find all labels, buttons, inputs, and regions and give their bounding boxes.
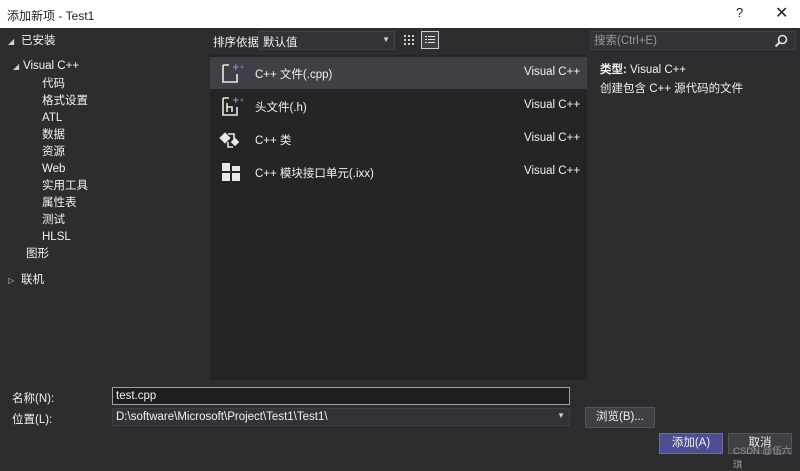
tree-item-child[interactable]: ATL xyxy=(42,110,62,127)
tree-item-label: 联机 xyxy=(21,274,44,286)
svg-text:++: ++ xyxy=(232,96,243,106)
template-list: ++ C++ 文件(.cpp) Visual C++ ++ 头文件(.h) Vi… xyxy=(210,55,587,380)
tree-item-graphics[interactable]: 图形 xyxy=(26,246,49,263)
module-icon xyxy=(222,163,240,181)
close-button[interactable]: ✕ xyxy=(775,3,788,23)
watermark: CSDN @伍六琪 xyxy=(733,446,792,471)
tree-item-label: Visual C++ xyxy=(23,60,80,72)
location-label: 位置(L): xyxy=(12,414,53,426)
template-item[interactable]: ++ C++ 文件(.cpp) Visual C++ xyxy=(210,57,587,89)
expanded-arrow-icon: ◢ xyxy=(8,37,15,46)
list-view-icon xyxy=(425,36,435,43)
description-panel: 类型: Visual C++ 创建包含 C++ 源代码的文件 xyxy=(590,55,796,380)
add-button[interactable]: 添加(A) xyxy=(659,433,723,454)
tree-item-child[interactable]: 代码 xyxy=(42,76,65,93)
location-select[interactable]: D:\software\Microsoft\Project\Test1\Test… xyxy=(112,408,570,426)
tree-item-installed[interactable]: ◢ 已安装 xyxy=(8,33,56,50)
template-name: 头文件(.h) xyxy=(255,102,307,114)
tree-item-online[interactable]: ▷ 联机 xyxy=(8,272,44,289)
tree-item-child[interactable]: 资源 xyxy=(42,144,65,161)
expanded-arrow-icon: ◢ xyxy=(13,62,20,71)
header-file-icon: ++ xyxy=(222,96,243,116)
collapsed-arrow-icon: ▷ xyxy=(8,276,15,285)
template-name: C++ 模块接口单元(.ixx) xyxy=(255,168,374,180)
sort-select-value: 默认值 xyxy=(263,37,298,49)
template-language: Visual C++ xyxy=(524,99,581,111)
cpp-file-icon: ++ xyxy=(222,63,243,83)
description-type: 类型: Visual C++ xyxy=(600,61,686,77)
tree-item-child[interactable]: 属性表 xyxy=(42,195,77,212)
svg-text:++: ++ xyxy=(232,63,243,73)
description-type-value: Visual C++ xyxy=(630,64,687,76)
tree-item-label: 图形 xyxy=(26,248,49,260)
template-language: Visual C++ xyxy=(524,66,581,78)
tree-item-child[interactable]: 数据 xyxy=(42,127,65,144)
list-view-button[interactable] xyxy=(421,31,439,49)
template-item[interactable]: C++ 类 Visual C++ xyxy=(210,123,587,155)
tree-item-visual-cpp[interactable]: ◢ Visual C++ xyxy=(13,58,79,75)
tree-item-child[interactable]: 实用工具 xyxy=(42,178,88,195)
help-button[interactable]: ? xyxy=(736,5,743,20)
description-type-label: 类型: xyxy=(600,64,627,76)
template-name: C++ 类 xyxy=(255,135,292,147)
grid-view-icon xyxy=(404,35,414,45)
grid-view-button[interactable] xyxy=(400,31,418,49)
template-language: Visual C++ xyxy=(524,132,581,144)
template-language: Visual C++ xyxy=(524,165,581,177)
tree-item-label: 已安装 xyxy=(21,35,56,47)
template-item[interactable]: C++ 模块接口单元(.ixx) Visual C++ xyxy=(210,156,587,188)
search-box xyxy=(590,31,796,50)
search-icon[interactable] xyxy=(773,33,789,49)
tree-item-child[interactable]: 测试 xyxy=(42,212,65,229)
tree-item-child[interactable]: 格式设置 xyxy=(42,93,88,110)
name-input[interactable] xyxy=(112,387,570,405)
sort-select[interactable]: 默认值 ▼ xyxy=(258,31,395,50)
tree-item-child[interactable]: Web xyxy=(42,161,65,178)
class-icon xyxy=(219,132,240,148)
template-name: C++ 文件(.cpp) xyxy=(255,69,333,81)
tree-item-child[interactable]: HLSL xyxy=(42,229,71,246)
location-value: D:\software\Microsoft\Project\Test1\Test… xyxy=(116,411,328,423)
template-item[interactable]: ++ 头文件(.h) Visual C++ xyxy=(210,90,587,122)
chevron-down-icon: ▼ xyxy=(557,411,565,420)
name-label: 名称(N): xyxy=(12,393,55,405)
description-text: 创建包含 C++ 源代码的文件 xyxy=(600,83,744,95)
category-tree: ◢ 已安装 ◢ Visual C++ 代码 格式设置 ATL 数据 资源 Web 实用工具属… xyxy=(0,28,207,382)
sort-label: 排序依据: xyxy=(213,37,263,49)
search-input[interactable] xyxy=(594,33,764,48)
chevron-down-icon: ▼ xyxy=(382,35,390,44)
title-bar: 添加新项 - Test1 ? ✕ xyxy=(0,0,800,28)
browse-button[interactable]: 浏览(B)... xyxy=(585,407,655,428)
window-title: 添加新项 - Test1 xyxy=(7,9,95,23)
